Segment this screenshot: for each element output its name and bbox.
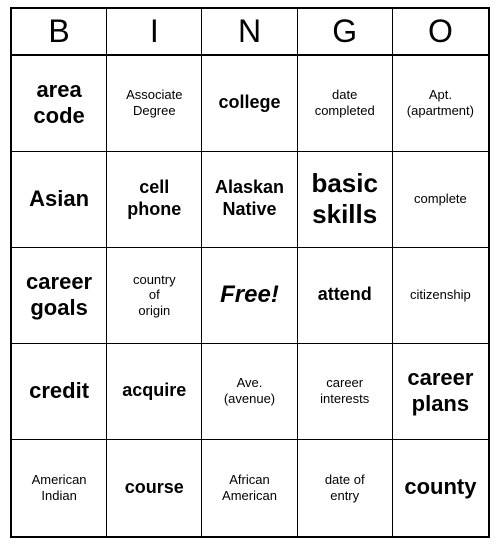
bingo-card: BINGO areacode AssociateDegree college date… bbox=[10, 7, 490, 538]
cell-text: careerplans bbox=[407, 365, 473, 418]
bingo-cell: Free! bbox=[202, 248, 297, 344]
bingo-cell: Apt.(apartment) bbox=[393, 56, 488, 152]
cell-text: course bbox=[125, 477, 184, 499]
cell-text: county bbox=[404, 474, 476, 500]
bingo-cell: AfricanAmerican bbox=[202, 440, 297, 536]
cell-text: Asian bbox=[29, 186, 89, 212]
bingo-grid: areacode AssociateDegree college datecomple… bbox=[12, 56, 488, 536]
cell-text: complete bbox=[414, 191, 467, 207]
bingo-cell: careerinterests bbox=[298, 344, 393, 440]
bingo-cell: areacode bbox=[12, 56, 107, 152]
bingo-cell: Ave.(avenue) bbox=[202, 344, 297, 440]
bingo-cell: college bbox=[202, 56, 297, 152]
cell-text: careergoals bbox=[26, 269, 92, 322]
bingo-cell: careergoals bbox=[12, 248, 107, 344]
cell-text: Apt.(apartment) bbox=[407, 87, 474, 118]
cell-text: careerinterests bbox=[320, 375, 369, 406]
cell-text: areacode bbox=[33, 77, 84, 130]
cell-text: AmericanIndian bbox=[32, 472, 87, 503]
cell-text: countryoforigin bbox=[133, 272, 176, 319]
cell-text: attend bbox=[318, 284, 372, 306]
bingo-cell: credit bbox=[12, 344, 107, 440]
bingo-cell: cellphone bbox=[107, 152, 202, 248]
bingo-cell: attend bbox=[298, 248, 393, 344]
bingo-cell: complete bbox=[393, 152, 488, 248]
cell-text: citizenship bbox=[410, 287, 471, 303]
header-letter: O bbox=[393, 9, 488, 54]
cell-text: AfricanAmerican bbox=[222, 472, 277, 503]
bingo-cell: basicskills bbox=[298, 152, 393, 248]
cell-text: date ofentry bbox=[325, 472, 365, 503]
bingo-cell: acquire bbox=[107, 344, 202, 440]
bingo-cell: Asian bbox=[12, 152, 107, 248]
bingo-cell: citizenship bbox=[393, 248, 488, 344]
bingo-cell: AlaskanNative bbox=[202, 152, 297, 248]
cell-text: credit bbox=[29, 378, 89, 404]
bingo-header: BINGO bbox=[12, 9, 488, 56]
bingo-cell: careerplans bbox=[393, 344, 488, 440]
header-letter: N bbox=[202, 9, 297, 54]
header-letter: G bbox=[298, 9, 393, 54]
cell-text: Free! bbox=[220, 281, 279, 310]
cell-text: datecompleted bbox=[315, 87, 375, 118]
cell-text: Ave.(avenue) bbox=[224, 375, 275, 406]
bingo-cell: date ofentry bbox=[298, 440, 393, 536]
bingo-cell: county bbox=[393, 440, 488, 536]
bingo-cell: countryoforigin bbox=[107, 248, 202, 344]
cell-text: basicskills bbox=[311, 168, 378, 230]
bingo-cell: course bbox=[107, 440, 202, 536]
bingo-cell: datecompleted bbox=[298, 56, 393, 152]
header-letter: B bbox=[12, 9, 107, 54]
cell-text: college bbox=[218, 92, 280, 114]
cell-text: AlaskanNative bbox=[215, 177, 284, 220]
bingo-cell: AmericanIndian bbox=[12, 440, 107, 536]
cell-text: AssociateDegree bbox=[126, 87, 182, 118]
cell-text: acquire bbox=[122, 380, 186, 402]
cell-text: cellphone bbox=[127, 177, 181, 220]
bingo-cell: AssociateDegree bbox=[107, 56, 202, 152]
header-letter: I bbox=[107, 9, 202, 54]
